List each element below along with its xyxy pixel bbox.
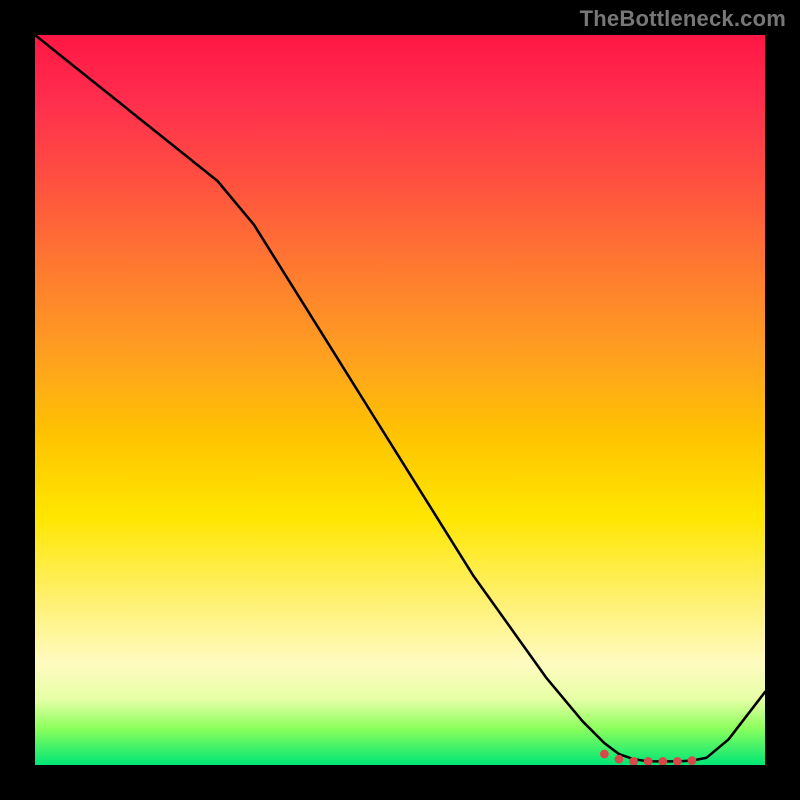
sweet-spot-marker — [615, 755, 624, 764]
sweet-spot-marker — [644, 757, 653, 765]
bottleneck-curve-svg — [35, 35, 765, 765]
sweet-spot-marker — [688, 756, 697, 765]
sweet-spot-marker — [600, 750, 609, 759]
bottleneck-curve-line — [35, 35, 765, 761]
chart-frame: TheBottleneck.com — [0, 0, 800, 800]
watermark-text: TheBottleneck.com — [580, 6, 786, 32]
sweet-spot-marker — [658, 757, 667, 765]
sweet-spot-marker — [673, 757, 682, 765]
plot-area — [35, 35, 765, 765]
